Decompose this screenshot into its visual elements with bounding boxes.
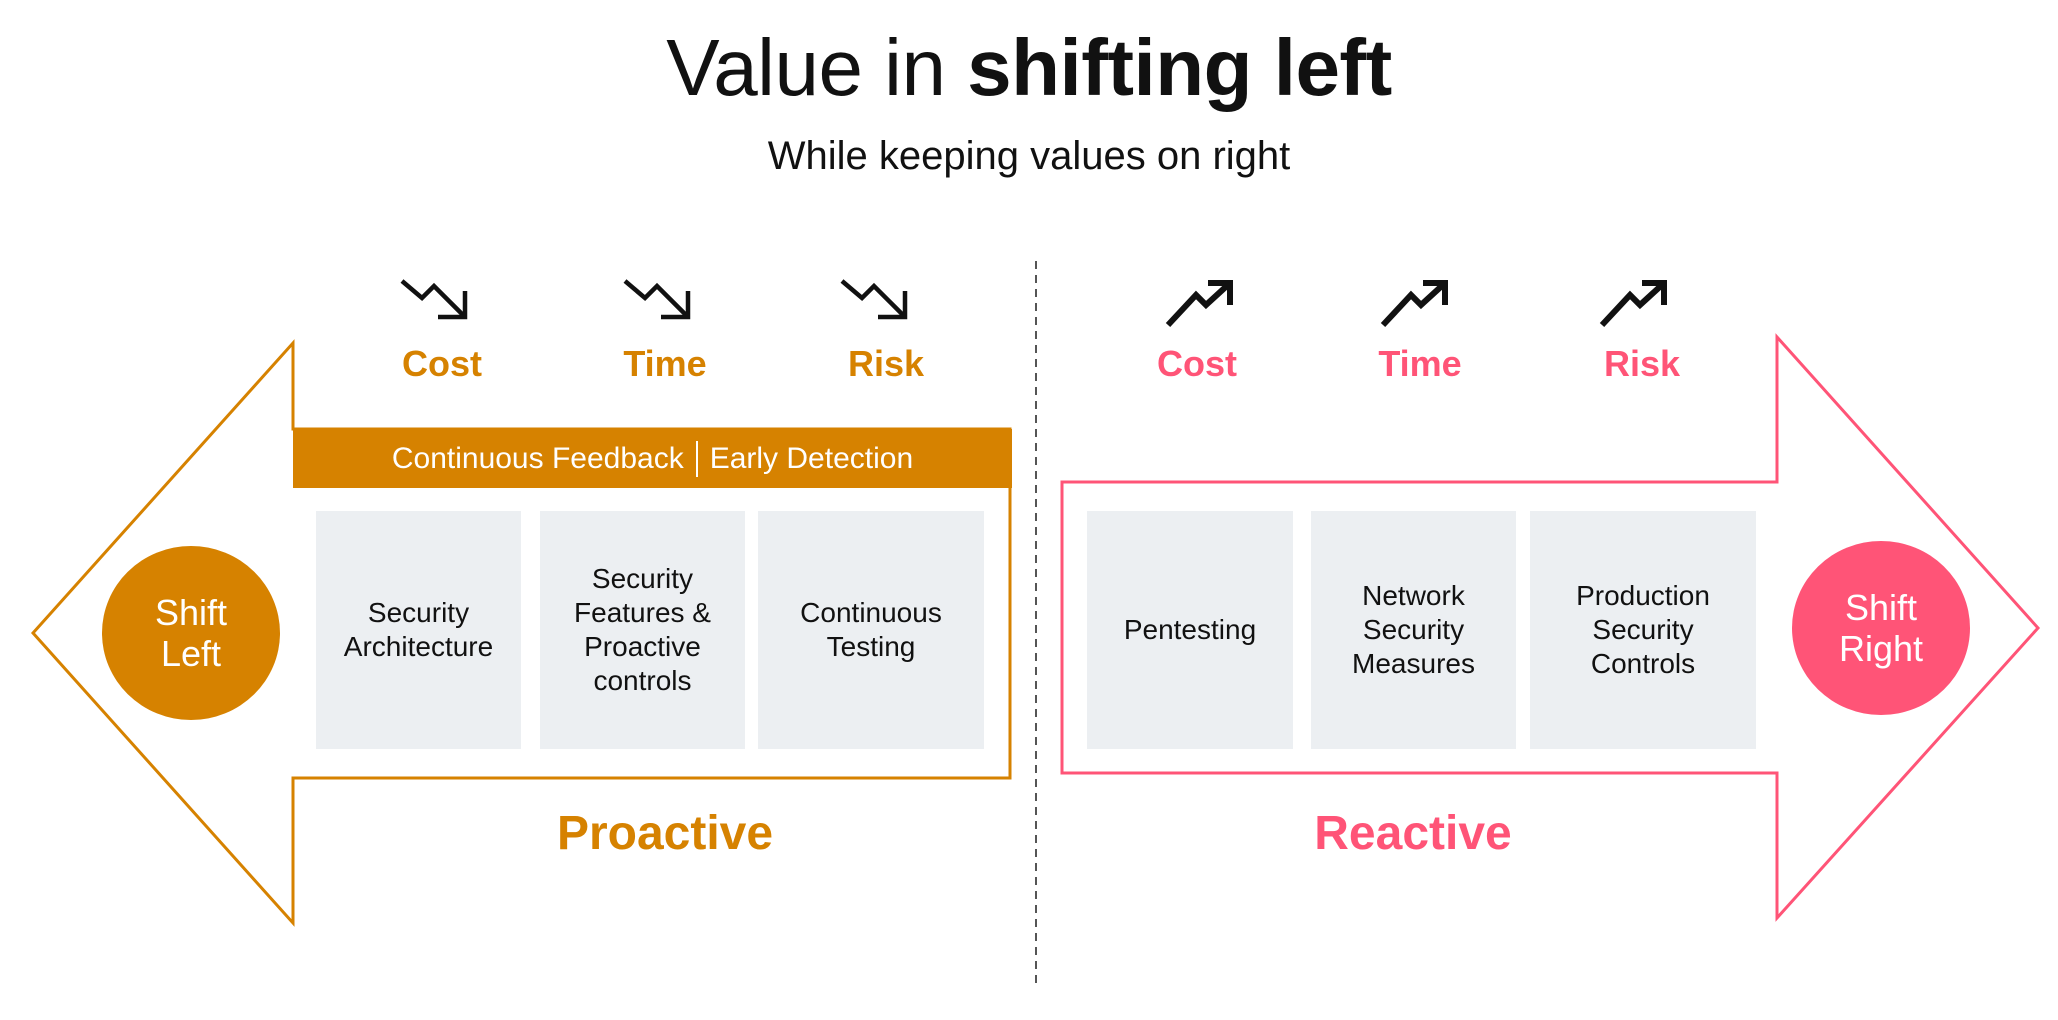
left-metric-time: Time [623, 343, 707, 384]
shift-left-label: Shift Left [154, 591, 228, 674]
trending-up-icon [1380, 280, 1448, 328]
box-security-features: Security Features & Proactive controls [540, 511, 745, 749]
trending-up-icon [1165, 280, 1233, 328]
feedback-band-text: Continuous Feedback Early Detection [293, 429, 1012, 488]
trending-down-icon [623, 279, 691, 320]
shift-right-label: Shift Right [1838, 586, 1924, 669]
page-title: Value in shifting left [0, 28, 2058, 108]
box-continuous-testing: Continuous Testing [758, 511, 984, 749]
trending-down-icon [840, 279, 908, 320]
right-metric-cost: Cost [1157, 343, 1237, 384]
band-separator [695, 440, 698, 477]
title-bold: shifting left [967, 23, 1392, 112]
left-metric-risk: Risk [847, 343, 925, 384]
right-metric-time: Time [1378, 343, 1462, 384]
proactive-label: Proactive [556, 807, 774, 860]
box-network-security: Network Security Measures [1311, 511, 1516, 749]
right-metric-risk: Risk [1603, 343, 1681, 384]
band-text-continuous-feedback: Continuous Feedback [391, 441, 684, 475]
box-production-security: Production Security Controls [1530, 511, 1756, 749]
left-metric-cost: Cost [402, 343, 482, 384]
box-pentesting: Pentesting [1087, 511, 1293, 749]
band-text-early-detection: Early Detection [709, 441, 914, 475]
trending-up-icon [1599, 280, 1667, 328]
box-security-architecture: Security Architecture [316, 511, 521, 749]
page-subtitle: While keeping values on right [767, 134, 1291, 178]
reactive-label: Reactive [1314, 807, 1512, 860]
trending-down-icon [400, 279, 468, 320]
title-regular: Value in [666, 23, 968, 112]
